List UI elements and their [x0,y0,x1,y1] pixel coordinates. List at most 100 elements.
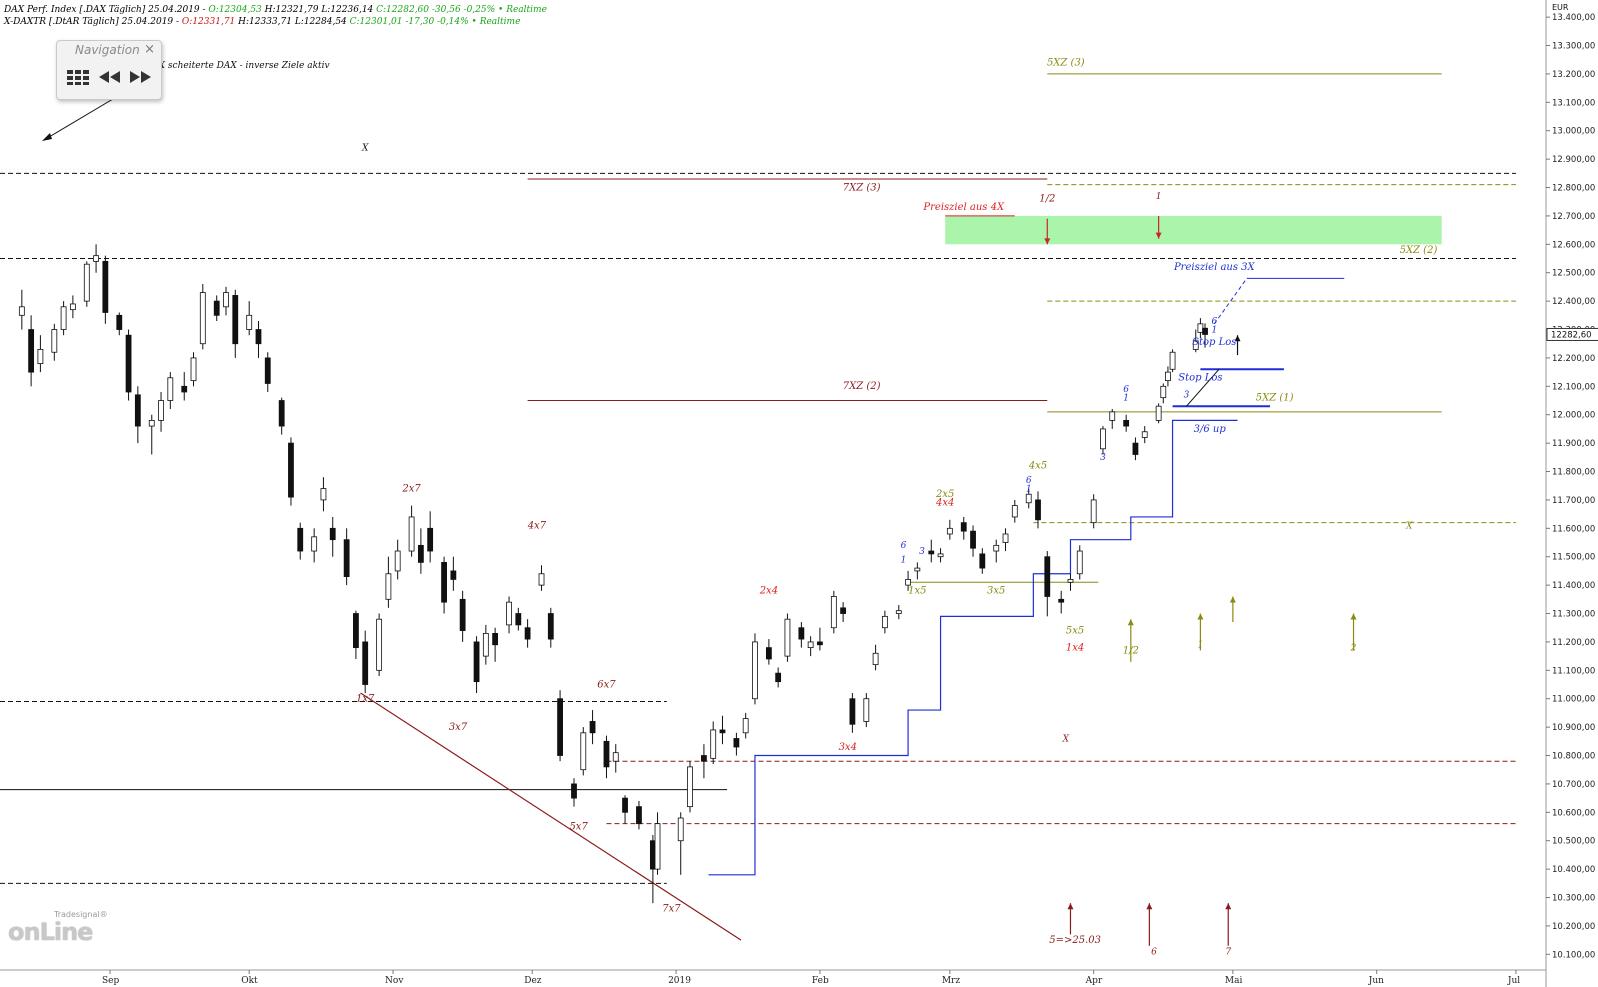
candle-body [506,601,512,626]
y-tick-label: 11.600,00 [1552,524,1595,534]
arrow-up-head [1127,619,1134,626]
candle-body [343,539,350,577]
annotation-label: 5x7 [569,821,588,832]
trendline [360,692,742,941]
candle-body [255,329,262,345]
annotation-label: Stop Los [1178,373,1222,384]
annotation-label: 1 [901,555,907,565]
arrow-up-head [1197,613,1204,620]
candle-body [1165,371,1171,382]
candle-body [895,610,902,614]
y-tick-label: 12.500,00 [1552,269,1595,279]
y-tick-label: 10.200,00 [1552,922,1595,932]
y-tick-label: 11.000,00 [1552,695,1595,705]
annotation-label: 1x7 [356,694,375,705]
annotation-label: 1 [1211,325,1217,335]
candle-body [1067,579,1074,583]
x-tick-label: Sep [102,976,119,986]
close-icon[interactable]: × [144,42,155,57]
y-tick-label: 11.100,00 [1552,666,1595,676]
x-tick-label: Feb [812,976,829,986]
annotation-label: 4x7 [527,520,547,531]
candle-body [946,527,953,535]
candle-body [765,647,772,660]
y-tick-label: 12.400,00 [1552,297,1595,307]
candle-body [710,729,717,759]
annotation-label: 6 [901,541,907,551]
y-tick-label: 12.100,00 [1552,382,1595,392]
annotation-label: 7XZ (3) [843,182,881,193]
candle-body [733,738,740,748]
candle-body [134,394,141,427]
candles-layer [18,244,1208,904]
navigation-panel[interactable]: Navigation × [56,40,162,100]
x-tick-label: 2019 [668,976,691,986]
candle-body [167,377,174,401]
annotation-label: 2x7 [401,483,421,494]
candle-body [408,516,415,552]
candle-body [571,783,577,799]
x-tick-label: Jun [1368,976,1384,986]
candle-body [905,579,911,586]
candle-body [798,627,805,640]
y-tick-label: 10.300,00 [1552,894,1595,904]
arrow-up-head [1067,903,1074,910]
candle-body [817,641,823,646]
candle-body [102,260,109,313]
annotation-label: Preisziel aus 4X [922,202,1005,213]
annotation-label: 2x4 [759,586,778,597]
candle-body [1025,493,1032,504]
candle-body [297,527,304,552]
candle-body [914,567,921,572]
candle-body [482,633,489,657]
candle-body [589,721,596,734]
y-tick-label: 13.000,00 [1552,127,1595,137]
candle-body [60,306,67,330]
candle-body [701,755,707,762]
candle-body [69,303,76,311]
annotation-label: X [1062,734,1070,744]
y-tick-label: 10.700,00 [1552,780,1595,790]
candle-body [872,652,879,666]
rewind-icon[interactable] [97,67,123,87]
x-tick-label: Dez [524,976,542,986]
header-1-hl: H:12321,79 L:12236,14 [261,5,377,15]
annotation-label: 1x5 [908,586,926,597]
y-tick-label: 11.800,00 [1552,468,1595,478]
annotation-label: 5XZ (1) [1256,393,1294,404]
annotation-label: Stop Los [1192,337,1236,348]
chart-note: n X scheiterte DAX - inverse Ziele aktiv [150,61,330,71]
annotation-label: 3 [919,547,925,557]
annotation-label: 1 [1156,192,1162,202]
y-tick-label: 11.700,00 [1552,496,1595,506]
annotation-label: 6 [1151,947,1157,957]
x-tick-label: Apr [1085,976,1103,986]
logo-big-text: onLine [8,918,93,946]
price-chart[interactable]: 10.100,00 10.200,00 10.300,00 10.400,00 10.5… [0,0,1598,987]
annotation-label: 5XZ (2) [1400,245,1438,256]
candle-body [1123,419,1130,427]
candle-body [158,400,164,421]
fast-forward-icon[interactable] [127,67,153,87]
candle-body [654,823,661,870]
annotation-label: 4x5 [1028,461,1047,472]
annotation-label: 1 [1123,394,1129,404]
candle-body [1100,428,1106,450]
axis-unit: EUR [1552,3,1569,12]
candle-body [970,530,976,549]
candle-body [830,596,837,629]
candle-body [190,357,197,382]
y-axis: 10.100,00 10.200,00 10.300,00 10.400,00 10.5… [1546,13,1598,960]
y-tick-label: 11.300,00 [1552,610,1595,620]
candle-body [353,613,359,649]
y-tick-label: 10.800,00 [1552,752,1595,762]
grid-icon[interactable] [65,67,91,87]
header-1-realtime: • Realtime [495,5,547,15]
candle-body [1155,405,1162,421]
candle-body [427,527,434,552]
candle-body [246,314,253,330]
candle-body [1044,556,1051,597]
candle-body [441,562,447,603]
y-tick-label: 13.300,00 [1552,42,1595,52]
annotation-label: 7XZ (2) [843,381,881,392]
